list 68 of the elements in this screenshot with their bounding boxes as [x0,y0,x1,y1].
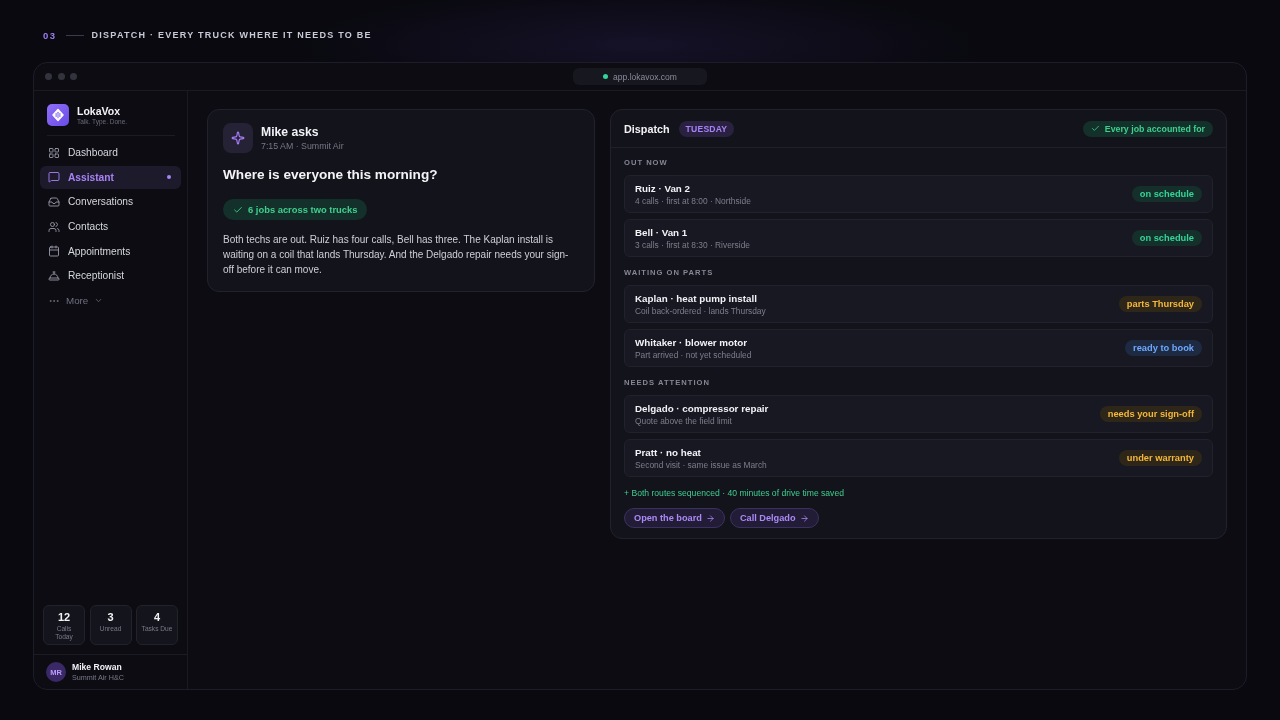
job-row[interactable]: Kaplan · heat pump install Coil back-ordered · lands Thursday parts Thursday [624,285,1213,323]
grid-icon [48,146,60,159]
job-detail: 3 calls · first at 8:30 · Riverside [635,239,751,250]
status-tag: ready to book [1125,340,1202,356]
nav-item[interactable]: Contacts [40,215,181,239]
stat-value: 4 [153,611,161,624]
route-note: + Both routes sequenced · 40 minutes of drive time saved [624,487,845,499]
job-row[interactable]: Delgado · compressor repair Quote above the field limit needs your sign-off [624,395,1213,433]
arrow-right-icon [799,513,809,523]
job-title: Whitaker · blower motor [635,336,749,348]
job-row[interactable]: Whitaker · blower motor Part arrived · not yet scheduled ready to book [624,329,1213,367]
people-icon [48,220,60,233]
window-dot-icon [70,73,77,80]
user-name: Mike Rowan [72,662,123,672]
sparkle-icon [223,123,253,153]
answer-text: Both techs are out. Ruiz has four calls, Bell has three. The Kaplan install is waiting on a coil that lands Thursday. And the Delgado repair needs your sign-off before it can move. [223,233,570,277]
stat-value: 12 [57,611,71,624]
job-title: Pratt · no heat [635,446,702,458]
url-text: app.lokavox.com [613,71,677,82]
status-tag: needs your sign-off [1099,406,1202,422]
day-tag: TUESDAY [678,120,735,137]
status-tag: parts Thursday [1118,296,1202,312]
job-row[interactable]: Ruiz · Van 2 4 calls · first at 8:00 · Northside on schedule [624,175,1213,213]
bell-icon [48,269,60,282]
window-dot-icon [57,73,65,80]
stat-value: 3 [107,611,114,624]
summary-text: 6 jobs across two trucks [248,204,358,215]
job-title: Ruiz · Van 2 [635,182,691,194]
section-number: 03 [43,29,57,41]
job-title: Kaplan · heat pump install [635,292,758,304]
brand-name: LokaVox [77,105,121,117]
dot-icon [167,175,171,180]
chat-icon [48,171,60,184]
job-detail: Quote above the field limit [635,415,733,426]
logo-icon [47,104,69,126]
job-title: Delgado · compressor repair [635,402,770,414]
address-bar[interactable]: app.lokavox.com [573,68,707,85]
dispatch-title: Dispatch [624,122,670,135]
nav-item[interactable]: Assistant [40,165,181,189]
section-title: DISPATCH · EVERY TRUCK WHERE IT NEEDS TO BE [91,30,372,40]
job-detail: Second visit · same issue as March [635,459,768,470]
status-dot-icon [603,74,609,79]
nav-item[interactable]: Receptionist [40,264,181,288]
nav-item[interactable]: Appointments [40,239,181,263]
job-row[interactable]: Pratt · no heat Second visit · same issue as March under warranty [624,439,1213,477]
job-detail: Coil back-ordered · lands Thursday [635,305,767,316]
job-title: Bell · Van 1 [635,226,689,238]
arrow-right-icon [705,513,715,523]
nav-item[interactable]: Conversations [40,190,181,214]
message-meta: 7:15 AM · Summit Air [261,141,344,151]
job-detail: 4 calls · first at 8:00 · Northside [635,195,752,206]
action-button[interactable]: Open the board [624,508,725,528]
author-name: Mike asks [261,125,320,139]
window-dot-icon [45,73,52,80]
job-detail: Part arrived · not yet scheduled [635,349,753,360]
status-tag: under warranty [1118,450,1202,466]
status-text: Every job accounted for [1104,123,1205,134]
nav-item[interactable]: Dashboard [40,141,181,164]
calendar-icon [48,245,60,258]
more-menu[interactable]: More [40,289,112,313]
job-row[interactable]: Bell · Van 1 3 calls · first at 8:30 · Riverside on schedule [624,219,1213,257]
status-tag: on schedule [1131,230,1202,246]
check-icon [233,204,243,215]
action-button[interactable]: Call Delgado [729,508,819,528]
question-text: Where is everyone this morning? [223,167,439,183]
check-icon [1090,124,1100,133]
status-tag: on schedule [1131,186,1202,202]
inbox-icon [48,195,60,208]
